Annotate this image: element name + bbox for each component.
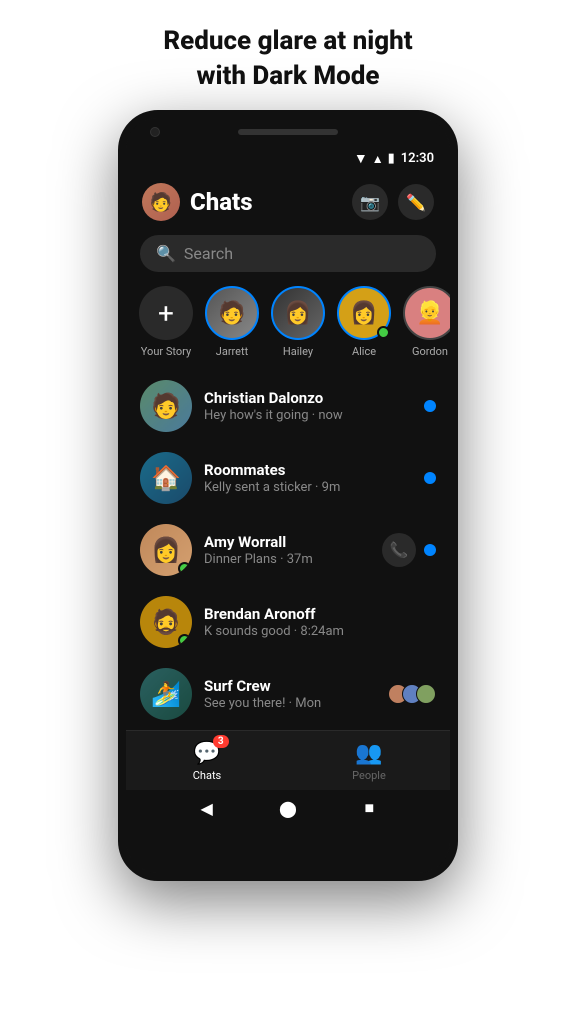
chat-item-brendan[interactable]: 🧔 Brendan Aronoff K sounds good · 8:24am — [126, 586, 450, 658]
chat-preview-amy: Dinner Plans · 37m — [204, 552, 370, 567]
search-icon: 🔍 — [156, 244, 176, 263]
app-title: Chats — [190, 188, 352, 216]
story-item-jarrett[interactable]: 🧑 Jarrett — [206, 286, 258, 358]
recent-button[interactable]: ■ — [359, 798, 379, 818]
chat-item-roommates[interactable]: 🏠 Roommates Kelly sent a sticker · 9m — [126, 442, 450, 514]
chats-nav-label: Chats — [193, 769, 221, 782]
back-icon: ◀ — [201, 799, 213, 818]
people-nav-label: People — [352, 769, 386, 782]
phone-frame: ▼ ▲ ▮ 12:30 🧑 Chats 📷 ✏️ 🔍 Search + Yo — [118, 110, 458, 881]
search-bar[interactable]: 🔍 Search — [140, 235, 436, 272]
chat-meta-surf — [388, 684, 436, 704]
search-placeholder: Search — [184, 244, 233, 263]
home-icon: ⬤ — [279, 799, 297, 818]
story-avatar-wrap-jarrett: 🧑 — [205, 286, 259, 340]
android-nav: ◀ ⬤ ■ — [126, 790, 450, 826]
chat-avatar-christian: 🧑 — [140, 380, 192, 432]
chat-info-surf: Surf Crew See you there! · Mon — [204, 677, 376, 711]
wifi-icon: ▼ — [354, 150, 368, 167]
surf-mini-av-3 — [416, 684, 436, 704]
camera-dot — [150, 127, 160, 137]
home-button[interactable]: ⬤ — [278, 798, 298, 818]
status-icons: ▼ ▲ ▮ — [354, 150, 395, 167]
chat-name-roommates: Roommates — [204, 461, 412, 479]
story-avatar-wrap-hailey: 👩 — [271, 286, 325, 340]
header-actions: 📷 ✏️ — [352, 184, 434, 220]
chat-name-christian: Christian Dalonzo — [204, 389, 412, 407]
chat-name-brendan: Brendan Aronoff — [204, 605, 424, 623]
unread-dot-roommates — [424, 472, 436, 484]
chats-nav-icon: 💬 3 — [193, 741, 220, 766]
phone-notch — [126, 118, 450, 146]
chat-item-surf[interactable]: 🏄 Surf Crew See you there! · Mon — [126, 658, 450, 730]
battery-icon: ▮ — [388, 151, 395, 166]
chat-preview-christian: Hey how's it going · now — [204, 408, 412, 423]
chat-meta-roommates — [424, 472, 436, 484]
headline-line2: with Dark Mode — [196, 61, 379, 91]
brendan-online-dot — [178, 634, 191, 647]
app-header: 🧑 Chats 📷 ✏️ — [126, 173, 450, 229]
headline-line1: Reduce glare at night — [163, 26, 412, 56]
edit-button[interactable]: ✏️ — [398, 184, 434, 220]
surf-group-avatars — [388, 684, 436, 704]
amy-online-dot — [178, 562, 191, 575]
chat-name-surf: Surf Crew — [204, 677, 376, 695]
chat-avatar-brendan: 🧔 — [140, 596, 192, 648]
story-item-hailey[interactable]: 👩 Hailey — [272, 286, 324, 358]
story-item-alice[interactable]: 👩 Alice — [338, 286, 390, 358]
chat-avatar-amy: 👩 — [140, 524, 192, 576]
nav-item-people[interactable]: 👥 People — [288, 731, 450, 790]
story-item-gordon[interactable]: 👱 Gordon — [404, 286, 450, 358]
chat-meta-amy: 📞 — [382, 533, 436, 567]
recent-icon: ■ — [364, 798, 374, 818]
gordon-label: Gordon — [412, 345, 448, 358]
chat-preview-surf: See you there! · Mon — [204, 696, 376, 711]
unread-dot-christian — [424, 400, 436, 412]
story-circle-hailey: 👩 — [271, 286, 325, 340]
headline: Reduce glare at night with Dark Mode — [123, 0, 452, 110]
story-avatar-wrap-alice: 👩 — [337, 286, 391, 340]
chat-info-roommates: Roommates Kelly sent a sticker · 9m — [204, 461, 412, 495]
unread-dot-amy — [424, 544, 436, 556]
chat-item-amy[interactable]: 👩 Amy Worrall Dinner Plans · 37m 📞 — [126, 514, 450, 586]
alice-online-dot — [377, 326, 390, 339]
chat-item-christian[interactable]: 🧑 Christian Dalonzo Hey how's it going ·… — [126, 370, 450, 442]
stories-row: + Your Story 🧑 Jarrett 👩 Hailey � — [126, 282, 450, 370]
story-avatar-wrap-gordon: 👱 — [403, 286, 450, 340]
status-time: 12:30 — [401, 151, 434, 166]
chats-badge: 3 — [213, 735, 229, 748]
chat-info-amy: Amy Worrall Dinner Plans · 37m — [204, 533, 370, 567]
notch-bar — [238, 129, 338, 135]
chat-info-brendan: Brendan Aronoff K sounds good · 8:24am — [204, 605, 424, 639]
chat-list: 🧑 Christian Dalonzo Hey how's it going ·… — [126, 370, 450, 730]
app-screen: 🧑 Chats 📷 ✏️ 🔍 Search + Your Story 🧑 — [126, 173, 450, 873]
story-circle-gordon: 👱 — [403, 286, 450, 340]
status-bar: ▼ ▲ ▮ 12:30 — [126, 146, 450, 173]
call-button-amy[interactable]: 📞 — [382, 533, 416, 567]
story-item-your-story[interactable]: + Your Story — [140, 286, 192, 358]
signal-icon: ▲ — [372, 152, 384, 166]
chat-preview-roommates: Kelly sent a sticker · 9m — [204, 480, 412, 495]
add-story-button[interactable]: + — [139, 286, 193, 340]
chat-avatar-roommates: 🏠 — [140, 452, 192, 504]
chat-info-christian: Christian Dalonzo Hey how's it going · n… — [204, 389, 412, 423]
bottom-nav: 💬 3 Chats 👥 People — [126, 730, 450, 790]
chat-name-amy: Amy Worrall — [204, 533, 370, 551]
user-avatar[interactable]: 🧑 — [142, 183, 180, 221]
alice-label: Alice — [352, 345, 376, 358]
camera-button[interactable]: 📷 — [352, 184, 388, 220]
chat-avatar-surf: 🏄 — [140, 668, 192, 720]
your-story-label: Your Story — [141, 345, 191, 358]
hailey-label: Hailey — [283, 345, 313, 358]
chat-preview-brendan: K sounds good · 8:24am — [204, 624, 424, 639]
back-button[interactable]: ◀ — [197, 798, 217, 818]
story-circle-jarrett: 🧑 — [205, 286, 259, 340]
chat-meta-christian — [424, 400, 436, 412]
people-nav-icon: 👥 — [355, 741, 382, 766]
nav-item-chats[interactable]: 💬 3 Chats — [126, 731, 288, 790]
jarrett-label: Jarrett — [216, 345, 248, 358]
